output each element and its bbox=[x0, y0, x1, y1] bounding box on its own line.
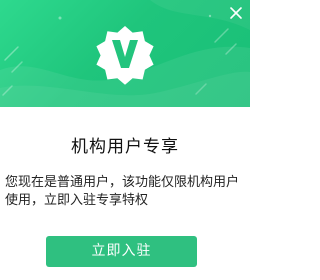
close-icon bbox=[230, 7, 242, 19]
close-button[interactable] bbox=[229, 6, 243, 20]
join-now-button[interactable]: 立即入驻 bbox=[46, 236, 197, 267]
institution-user-dialog: 机构用户专享 您现在是普通用户，该功能仅限机构用户使用，立即入驻专享特权 立即入… bbox=[0, 0, 250, 280]
dialog-description: 您现在是普通用户，该功能仅限机构用户使用，立即入驻专享特权 bbox=[5, 175, 240, 208]
verified-v-badge-icon bbox=[96, 26, 154, 85]
dialog-title: 机构用户专享 bbox=[71, 137, 179, 157]
verified-badge bbox=[91, 21, 159, 89]
dialog-banner bbox=[0, 0, 250, 107]
